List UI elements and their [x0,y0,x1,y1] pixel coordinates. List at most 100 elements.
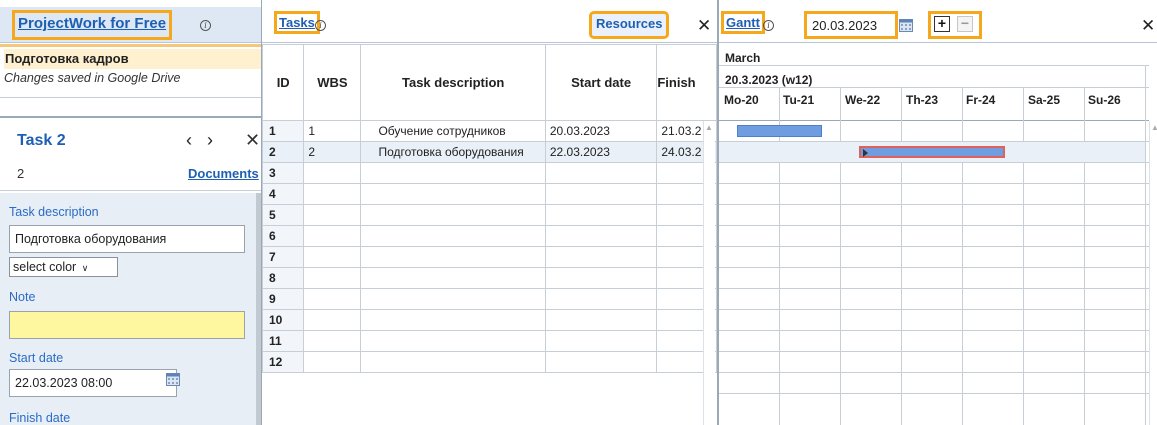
table-row[interactable]: 12 [262,351,717,373]
app-title-link[interactable]: ProjectWork for Free [11,10,173,40]
wbs-cell[interactable] [303,225,362,247]
next-task-button[interactable]: › [207,130,213,151]
gantt-date-input[interactable]: 20.03.2023 [804,11,898,39]
close-icon[interactable]: ✕ [245,130,260,151]
description-cell[interactable] [360,351,546,373]
row-id[interactable]: 1 [262,120,305,142]
row-id[interactable]: 5 [262,204,305,226]
start-cell[interactable]: 20.03.2023 [544,120,658,142]
tasks-link[interactable]: Tasks [274,11,320,34]
row-id[interactable]: 9 [262,288,305,310]
table-row[interactable]: 7 [262,246,717,268]
wbs-cell[interactable] [303,246,362,268]
day-header: Fr-24 [966,93,996,107]
table-scrollbar[interactable]: ▲ [703,121,715,425]
table-row[interactable]: 1 1 Обучение сотрудников 20.03.2023 21.0… [262,120,717,142]
gantt-scrollbar[interactable]: ▲ [1149,121,1157,425]
row-id[interactable]: 12 [262,351,305,373]
description-cell[interactable] [360,330,546,352]
description-cell[interactable] [360,309,546,331]
wbs-cell[interactable] [303,288,362,310]
table-row[interactable]: 2 2 Подготовка оборудования 22.03.2023 2… [262,141,717,163]
description-cell[interactable] [360,225,546,247]
column-header[interactable]: Start date [544,44,658,121]
wbs-cell[interactable] [303,183,362,205]
gantt-bar[interactable] [859,146,1005,158]
start-cell[interactable] [544,288,658,310]
wbs-cell[interactable] [303,162,362,184]
wbs-cell[interactable] [303,267,362,289]
wbs-cell[interactable]: 1 [303,120,362,142]
start-cell[interactable] [544,225,658,247]
description-cell[interactable]: Подготовка оборудования [360,141,546,163]
row-id[interactable]: 8 [262,267,305,289]
row-id[interactable]: 4 [262,183,305,205]
start-cell[interactable] [544,330,658,352]
table-row[interactable]: 3 [262,162,717,184]
table-row[interactable]: 8 [262,267,717,289]
day-header: Th-23 [906,93,939,107]
start-cell[interactable] [544,267,658,289]
wbs-cell[interactable] [303,330,362,352]
note-field[interactable] [9,311,245,339]
start-cell[interactable] [544,162,658,184]
day-header: We-22 [845,93,881,107]
gantt-panel: Gantt i 20.03.2023 + − ✕ March 20.3.2023… [719,0,1157,425]
row-id[interactable]: 2 [262,141,305,163]
close-icon[interactable]: ✕ [1141,16,1155,36]
resources-button[interactable]: Resources [588,11,670,39]
row-id[interactable]: 11 [262,330,305,352]
start-date-field[interactable]: 22.03.2023 08:00 [9,369,177,397]
description-cell[interactable] [360,183,546,205]
table-row[interactable]: 11 [262,330,717,352]
zoom-in-button[interactable]: + [934,16,950,32]
grid-line [901,87,902,425]
calendar-icon[interactable] [166,373,180,386]
gantt-link[interactable]: Gantt [721,11,765,34]
table-row[interactable]: 10 [262,309,717,331]
close-icon[interactable]: ✕ [697,16,711,36]
start-cell[interactable]: 22.03.2023 [544,141,658,163]
zoom-out-button[interactable]: − [957,16,973,32]
scroll-up-icon[interactable]: ▲ [1151,123,1157,132]
start-cell[interactable] [544,309,658,331]
project-name[interactable]: Подготовка кадров [4,49,261,69]
start-cell[interactable] [544,204,658,226]
calendar-icon[interactable] [899,19,913,32]
column-header[interactable]: Finish [656,44,717,121]
row-id[interactable]: 7 [262,246,305,268]
description-cell[interactable]: Обучение сотрудников [360,120,546,142]
column-header[interactable]: ID [262,44,305,121]
info-icon[interactable]: i [763,20,774,31]
color-select[interactable]: select color ∨ [9,257,118,277]
description-cell[interactable] [360,246,546,268]
wbs-cell[interactable]: 2 [303,141,362,163]
column-header[interactable]: WBS [303,44,362,121]
table-row[interactable]: 6 [262,225,717,247]
documents-link[interactable]: Documents [188,166,259,181]
info-icon[interactable]: i [315,20,326,31]
row-id[interactable]: 6 [262,225,305,247]
table-row[interactable]: 4 [262,183,717,205]
row-id[interactable]: 10 [262,309,305,331]
column-header[interactable]: Task description [360,44,546,121]
scroll-up-icon[interactable]: ▲ [705,123,713,132]
table-row[interactable]: 5 [262,204,717,226]
description-cell[interactable] [360,204,546,226]
row-id[interactable]: 3 [262,162,305,184]
description-cell[interactable] [360,288,546,310]
description-field[interactable]: Подготовка оборудования [9,225,245,253]
prev-task-button[interactable]: ‹ [186,130,192,151]
start-cell[interactable] [544,351,658,373]
wbs-cell[interactable] [303,204,362,226]
wbs-cell[interactable] [303,309,362,331]
table-row[interactable]: 9 [262,288,717,310]
start-cell[interactable] [544,183,658,205]
start-cell[interactable] [544,246,658,268]
wbs-cell[interactable] [303,351,362,373]
info-icon[interactable]: i [200,20,211,31]
description-cell[interactable] [360,162,546,184]
gantt-bar[interactable] [737,125,822,137]
description-cell[interactable] [360,267,546,289]
grid-line [719,309,1149,310]
